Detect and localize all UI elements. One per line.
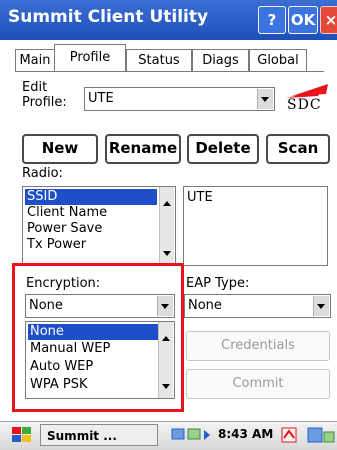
radio-setting-list[interactable]: SSID Client Name Power Save Tx Power [22,186,176,266]
tab-main[interactable]: Main [15,49,55,72]
windows-start-icon[interactable] [10,424,34,446]
app-title: Summit Client Utility [8,7,209,27]
chevron-down-icon[interactable] [257,89,273,109]
list-item[interactable]: Tx Power [25,237,157,253]
taskbar-app-summit[interactable]: Summit ... [40,424,158,446]
sdc-logo-text: SDC [287,97,322,113]
chevron-down-icon[interactable] [313,296,329,316]
commit-button[interactable]: Commit [186,369,330,399]
profile-dropdown[interactable]: UTE [84,87,275,111]
scan-button[interactable]: Scan [266,134,330,164]
new-button[interactable]: New [22,134,98,164]
edit-label-line1: Edit [22,80,48,95]
edit-label-line2: Profile: [22,95,67,110]
list-item[interactable]: SSID [25,189,157,205]
profile-dropdown-value: UTE [88,91,114,106]
close-button[interactable]: × [320,6,337,34]
ok-button[interactable]: OK [288,6,318,34]
tab-profile[interactable]: Profile [54,44,126,72]
rename-button[interactable]: Rename [105,134,181,164]
eap-type-dropdown[interactable]: None [184,294,331,318]
delete-button[interactable]: Delete [187,134,259,164]
edit-profile-label: Edit Profile: [22,80,67,110]
tab-global[interactable]: Global [249,49,307,72]
clock: 8:43 AM [218,427,274,441]
scrollbar[interactable] [159,187,174,265]
radio-label: Radio: [22,166,63,181]
credentials-button[interactable]: Credentials [186,331,330,361]
radio-value-text: UTE [187,190,213,205]
eap-type-label: EAP Type: [186,276,250,291]
tab-diags[interactable]: Diags [192,49,249,72]
highlight-box [12,263,184,412]
tab-divider [15,71,324,72]
eap-dropdown-value: None [188,298,222,313]
scroll-up-icon[interactable] [163,201,171,206]
list-item[interactable]: Power Save [25,221,157,237]
radio-value-field[interactable]: UTE [183,186,328,266]
scroll-down-icon[interactable] [163,251,171,256]
network-icon[interactable] [170,424,214,446]
help-button[interactable]: ? [258,6,286,34]
tab-status[interactable]: Status [126,49,192,72]
tray-status-icon[interactable] [276,424,336,446]
list-item[interactable]: Client Name [25,205,157,221]
